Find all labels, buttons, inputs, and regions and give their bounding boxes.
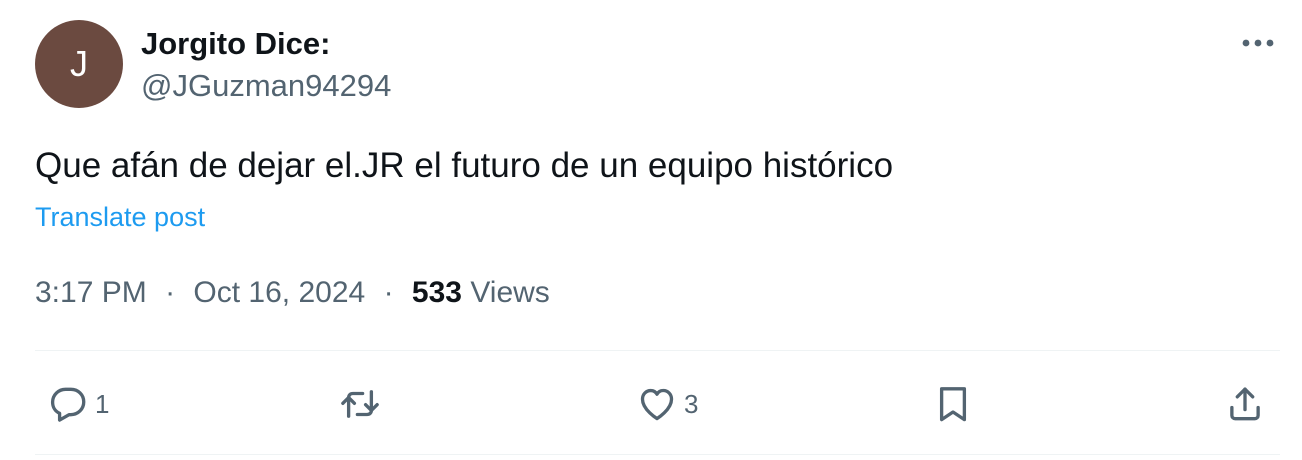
author-handle[interactable]: @JGuzman94294 [141,68,391,104]
tweet-time[interactable]: 3:17 PM [35,276,147,309]
share-icon [1230,387,1260,421]
views-count: 533 [411,276,462,309]
reply-count: 1 [95,388,110,419]
divider [35,454,1280,455]
divider [35,350,1280,351]
tweet-text: Que afán de dejar el.JR el futuro de un … [35,146,894,185]
like-button[interactable]: 3 [636,380,698,428]
heart-icon [640,388,674,421]
bookmark-icon [939,387,967,422]
comment-icon [50,387,86,422]
meta-separator: · [165,276,176,309]
share-button[interactable] [1224,380,1266,428]
more-horizontal-icon [1242,39,1274,47]
author-display-name[interactable]: Jorgito Dice: [141,26,330,62]
more-options-button[interactable] [1236,28,1280,58]
tweet-card: J Jorgito Dice: @JGuzman94294 Que afán d… [0,0,1302,460]
avatar[interactable]: J [35,20,123,108]
views-label: Views [470,276,550,309]
avatar-letter: J [70,43,88,84]
retweet-button[interactable] [339,380,381,428]
meta-separator: · [383,276,394,309]
reply-button[interactable]: 1 [47,380,109,428]
tweet-metadata: 3:17 PM · Oct 16, 2024 · 533 Views [35,275,550,311]
like-count: 3 [684,388,699,419]
tweet-date[interactable]: Oct 16, 2024 [193,276,365,309]
translate-post-link[interactable]: Translate post [35,201,205,233]
bookmark-button[interactable] [932,380,974,428]
action-bar: 1 3 [35,380,1280,428]
retweet-icon [341,390,379,418]
